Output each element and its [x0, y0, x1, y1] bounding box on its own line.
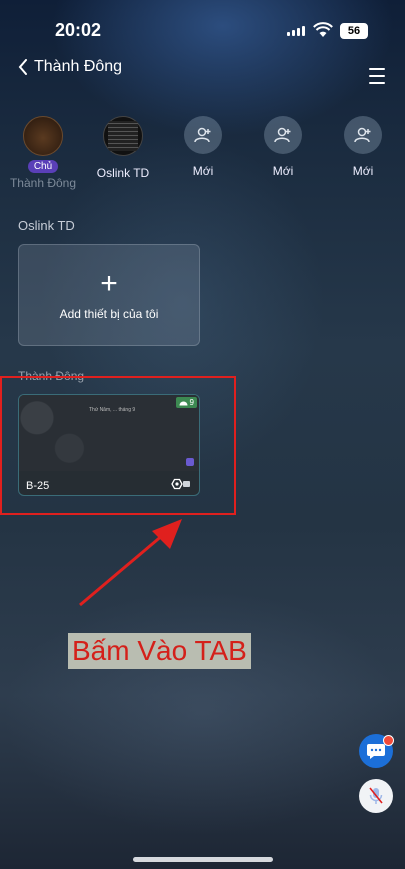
chat-button[interactable] [359, 734, 394, 768]
chat-icon [367, 744, 385, 759]
add-user-icon [264, 116, 302, 154]
add-device-label: Add thiết bị của tôi [59, 307, 159, 321]
back-label: Thành Đông [34, 58, 123, 75]
signal-icon [287, 26, 305, 36]
plus-icon: + [100, 267, 118, 300]
member-label: Mới [272, 164, 294, 178]
wifi-icon [313, 22, 333, 37]
arrow-icon [79, 519, 182, 607]
avatar [23, 116, 63, 156]
chevron-left-icon [18, 59, 27, 75]
add-user-icon [344, 116, 382, 154]
owner-badge: Chủ [27, 160, 59, 173]
member-oslink[interactable]: Oslink TD [83, 116, 163, 180]
member-label: Oslink TD [96, 166, 150, 180]
add-device-card[interactable]: + Add thiết bị của tôi [18, 244, 200, 346]
member-label: Mới [352, 164, 374, 178]
back-button[interactable]: Thành Đông [18, 58, 122, 76]
member-owner[interactable]: Chủ Thành Đông [3, 116, 83, 190]
battery-indicator: 56 [340, 23, 368, 39]
menu-icon[interactable] [369, 68, 385, 84]
add-user-icon [184, 116, 222, 154]
add-member-button[interactable]: Mới [163, 116, 243, 178]
section-title-oslink: Oslink TD [18, 218, 75, 233]
mic-button[interactable] [359, 779, 393, 813]
home-indicator [133, 857, 273, 862]
add-member-button[interactable]: Mới [243, 116, 323, 178]
mic-off-icon [369, 787, 383, 804]
member-label: Thành Đông [9, 176, 77, 190]
annotation-caption: Bấm Vào TAB [68, 633, 251, 669]
member-label: Mới [192, 164, 214, 178]
avatar [103, 116, 143, 156]
status-time: 20:02 [55, 20, 102, 40]
highlight-box [0, 376, 236, 515]
notification-dot [383, 735, 394, 746]
add-member-button[interactable]: Mới [323, 116, 403, 178]
